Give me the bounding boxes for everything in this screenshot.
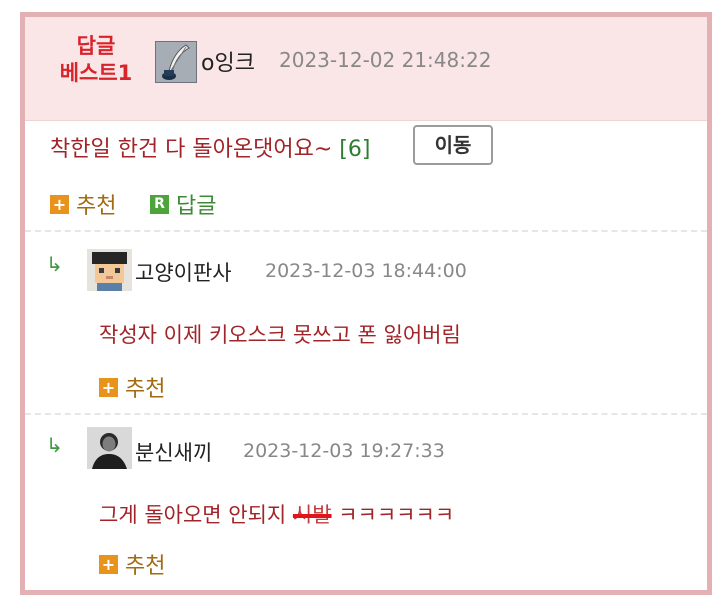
- best-recommend-link[interactable]: + 추천: [50, 189, 116, 219]
- best-comment-header: 답글 베스트1 o잉크 2023-12-02 21:48:22: [25, 17, 707, 121]
- best-comment-body: 착한일 한건 다 돌아온댓어요~ [6]: [50, 131, 370, 163]
- best-reply-link[interactable]: R 답글: [150, 189, 216, 219]
- plus-icon: +: [99, 554, 118, 574]
- comment-recommend-link[interactable]: + 추천: [99, 549, 165, 579]
- reply-arrow-icon: ↳: [46, 252, 63, 276]
- best-label-line2: 베스트1: [59, 61, 133, 85]
- comment-text-prefix: 그게 돌아오면 안되지: [99, 503, 293, 527]
- censored-word: 시발: [292, 503, 332, 527]
- comment-recommend-link[interactable]: + 추천: [99, 372, 165, 402]
- best-comment-text: 착한일 한건 다 돌아온댓어요~: [50, 137, 333, 162]
- move-button[interactable]: 이동: [413, 125, 493, 165]
- best-author-name[interactable]: o잉크: [201, 45, 255, 77]
- comment-author-name[interactable]: 고양이판사: [135, 257, 232, 287]
- divider: [25, 413, 707, 415]
- comment-author-name[interactable]: 분신새끼: [135, 437, 212, 467]
- quill-inkpot-icon: [155, 41, 197, 83]
- reply-arrow-icon: ↳: [46, 433, 63, 457]
- comment-text-suffix: ㅋㅋㅋㅋㅋㅋ: [331, 503, 455, 527]
- best-reply-badge: 답글 베스트1: [51, 33, 141, 87]
- plus-icon: +: [50, 194, 69, 214]
- comment-body: 그게 돌아오면 안되지 시발 ㅋㅋㅋㅋㅋㅋ: [99, 499, 454, 529]
- person-photo-avatar: [87, 427, 132, 469]
- best-label-line1: 답글: [76, 34, 116, 58]
- best-timestamp: 2023-12-02 21:48:22: [279, 48, 492, 72]
- pixel-character-avatar: [87, 249, 132, 291]
- recommend-label: 추천: [125, 554, 166, 579]
- recommend-label: 추천: [76, 194, 117, 219]
- comment-body: 작성자 이제 키오스크 못쓰고 폰 잃어버림: [99, 323, 461, 347]
- reply-label: 답글: [176, 194, 217, 219]
- plus-icon: +: [99, 377, 118, 397]
- reply-r-icon: R: [150, 194, 169, 214]
- comment-timestamp: 2023-12-03 19:27:33: [243, 440, 445, 462]
- comment-timestamp: 2023-12-03 18:44:00: [265, 260, 467, 282]
- recommend-label: 추천: [125, 377, 166, 402]
- best-comment-count: [6]: [339, 137, 371, 162]
- divider: [25, 230, 707, 232]
- comment-panel: 답글 베스트1 o잉크 2023-12-02 21:48:22 착한일 한건 다…: [20, 12, 712, 595]
